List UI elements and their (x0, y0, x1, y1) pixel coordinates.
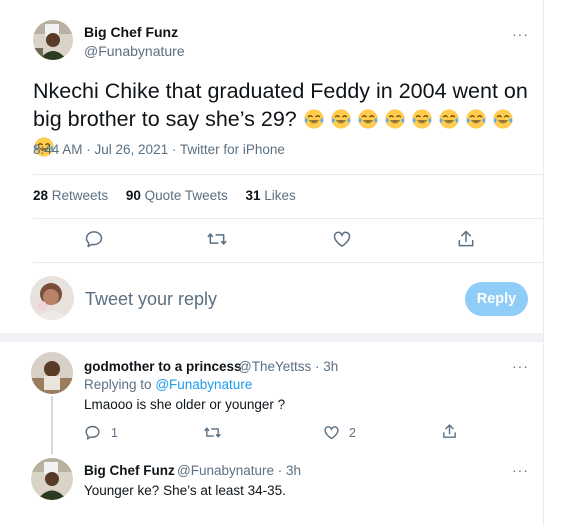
quotes-stat[interactable]: 90 Quote Tweets (126, 188, 228, 203)
reply-reply-icon[interactable] (84, 424, 101, 446)
tweet-stats: 28 Retweets 90 Quote Tweets 31 Likes (33, 188, 310, 203)
reply-like-icon[interactable] (323, 424, 340, 446)
reply-more-options-icon[interactable]: ··· (512, 359, 529, 373)
reply-text: Lmaooo is she older or younger ? (84, 397, 286, 412)
retweets-label: Retweets (51, 188, 109, 203)
reply-retweet-icon[interactable] (203, 424, 222, 446)
reply-reply-count: 1 (111, 426, 118, 440)
likes-label: Likes (264, 188, 296, 203)
reply-icon[interactable] (84, 229, 104, 254)
reply-author-name[interactable]: godmother to a princess (84, 359, 242, 374)
likes-stat[interactable]: 31 Likes (245, 188, 295, 203)
divider (33, 218, 543, 219)
replying-to-prefix: Replying to (84, 377, 152, 392)
reply-input[interactable]: Tweet your reply (85, 289, 217, 310)
current-user-avatar[interactable] (30, 276, 74, 320)
reply-author-avatar[interactable] (31, 458, 73, 500)
like-icon[interactable] (332, 229, 352, 254)
retweets-stat[interactable]: 28 Retweets (33, 188, 108, 203)
tears-of-joy-emoji-icon (304, 109, 324, 129)
tears-of-joy-emoji-icon (385, 109, 405, 129)
tears-of-joy-emoji-icon (412, 109, 432, 129)
reply-author-avatar[interactable] (31, 352, 73, 394)
replying-to-handle[interactable]: @Funabynature (155, 377, 252, 392)
likes-count: 31 (245, 188, 261, 203)
tears-of-joy-emoji-icon (358, 109, 378, 129)
reply-like-count: 2 (349, 426, 356, 440)
tears-of-joy-emoji-icon (331, 109, 351, 129)
share-icon[interactable] (456, 229, 476, 254)
author-handle[interactable]: @Funabynature (84, 43, 185, 59)
tears-of-joy-emoji-icon (493, 109, 513, 129)
section-separator (0, 333, 543, 342)
reply-author-handle[interactable]: @TheYettss · 3h (238, 359, 338, 374)
tears-of-joy-emoji-icon (439, 109, 459, 129)
tweet-timestamp[interactable]: 8:44 AM · Jul 26, 2021 · Twitter for iPh… (33, 142, 285, 157)
more-options-icon[interactable]: ··· (512, 27, 529, 41)
quotes-count: 90 (125, 188, 141, 203)
reply-more-options-icon[interactable]: ··· (512, 463, 529, 477)
tears-of-joy-emoji-icon (466, 109, 486, 129)
author-name[interactable]: Big Chef Funz (84, 24, 178, 40)
retweets-count: 28 (33, 188, 49, 203)
tweet-detail-page: Big Chef Funz @Funabynature ··· Nkechi C… (0, 0, 583, 526)
reply-text: Younger ke? She’s at least 34-35. (84, 483, 286, 498)
reply-share-icon[interactable] (441, 423, 458, 445)
thread-line (51, 396, 53, 454)
divider (33, 174, 543, 175)
retweet-icon[interactable] (206, 229, 228, 254)
quotes-label: Quote Tweets (144, 188, 228, 203)
replying-to: Replying to @Funabynature (84, 377, 252, 392)
reply-author-handle[interactable]: @Funabynature · 3h (177, 463, 301, 478)
reply-button[interactable]: Reply (465, 282, 528, 316)
column-border (543, 0, 544, 526)
divider (33, 262, 543, 263)
author-avatar[interactable] (33, 20, 73, 60)
reply-author-name[interactable]: Big Chef Funz (84, 463, 175, 478)
